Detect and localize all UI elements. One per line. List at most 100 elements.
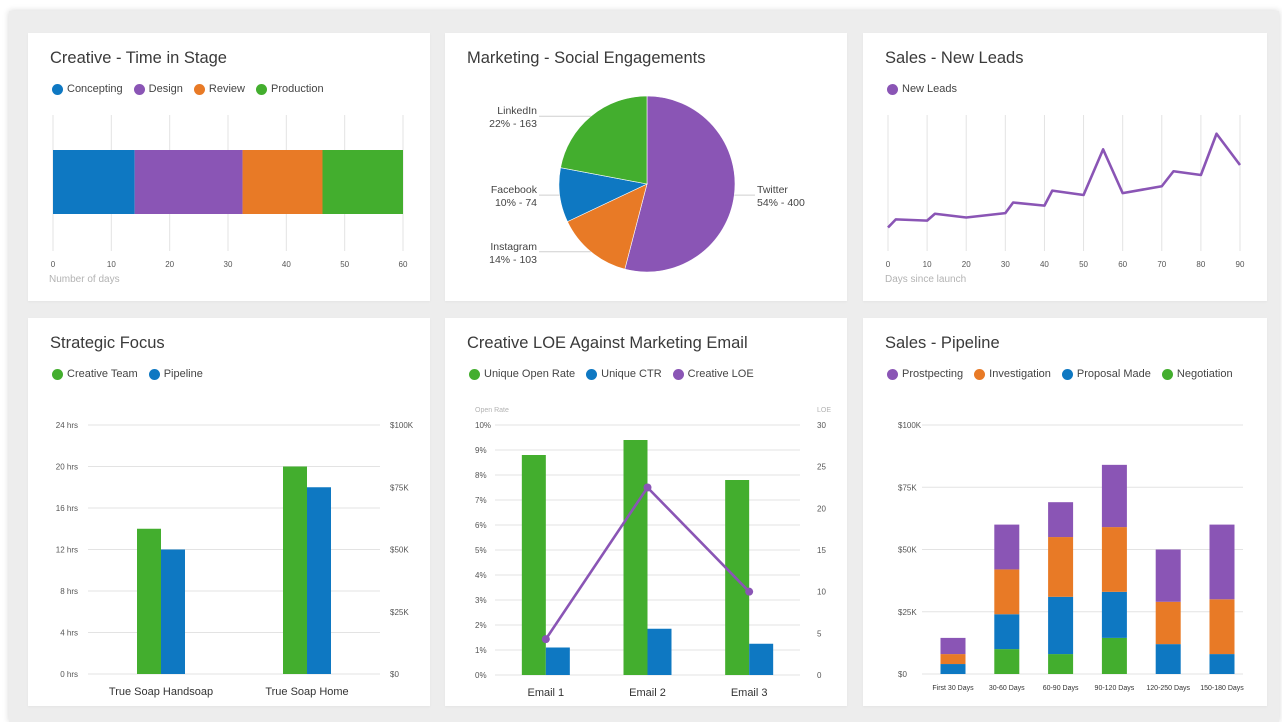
y-left-tick-label: 10% <box>475 421 491 430</box>
bar-unique-ctr <box>647 628 672 675</box>
bar-unique-open-rate <box>725 480 750 675</box>
bar-creative-team <box>137 528 161 674</box>
y-right-tick-label: 0 <box>817 671 822 680</box>
pie-label-value: 14% - 103 <box>489 254 537 266</box>
x-tick-label: 80 <box>1196 260 1205 269</box>
line-point <box>643 483 652 492</box>
stacked-column-chart: $0 $25K $50K $75K $100K First 30 Days 30-60 Da… <box>898 421 1244 692</box>
x-tick-label: 30 <box>1001 260 1010 269</box>
bar-segment-negotiation <box>1048 654 1074 674</box>
x-category-label: Email 2 <box>629 687 666 699</box>
x-tick-label: 60 <box>1118 260 1127 269</box>
x-category-label: True Soap Home <box>265 686 348 698</box>
pie-label-name: LinkedIn <box>497 105 537 117</box>
x-axis-title: Number of days <box>49 274 120 285</box>
y-left-tick-label: 20 hrs <box>56 463 78 472</box>
x-tick-label: 20 <box>962 260 971 269</box>
x-category-label: 90-120 Days <box>1095 685 1135 692</box>
y-left-tick-label: 3% <box>475 596 487 605</box>
bar-creative-team <box>283 466 307 674</box>
y-left-tick-label: 2% <box>475 621 487 630</box>
y-right-tick-label: 10 <box>817 588 826 597</box>
card-creative-time-in-stage: Creative - Time in Stage Concepting Desig… <box>28 33 430 301</box>
y-left-tick-label: 7% <box>475 496 487 505</box>
y-left-tick-label: 0% <box>475 671 487 680</box>
y-right-tick-label: 5 <box>817 629 822 638</box>
y-left-axis-title: Open Rate <box>475 407 509 414</box>
bar-unique-ctr <box>545 647 570 675</box>
bar-segment-proposal-made <box>1209 654 1235 674</box>
x-category-label: True Soap Handsoap <box>109 686 213 698</box>
grouped-bar-chart: 0 hrs 4 hrs 8 hrs 12 hrs 16 hrs 20 hrs 24 hrs $… <box>56 421 414 698</box>
x-category-label: 150-180 Days <box>1200 685 1244 692</box>
bar-segment-investigation <box>994 569 1020 615</box>
bar-unique-open-rate <box>623 440 648 675</box>
bar-segment-review <box>242 150 323 214</box>
y-left-tick-label: 16 hrs <box>56 504 78 513</box>
pie-label-value: 10% - 74 <box>495 197 537 209</box>
bar-segment-investigation <box>1155 601 1181 645</box>
bar-unique-ctr <box>749 643 774 675</box>
line-point <box>745 587 754 596</box>
bar-pipeline <box>307 487 331 674</box>
x-category-label: Email 1 <box>527 687 564 699</box>
bar-unique-open-rate <box>521 455 546 675</box>
pie-label-name: Instagram <box>490 241 537 253</box>
stacked-bar-chart: 0 10 20 30 40 50 60 Number of days <box>49 115 408 285</box>
bar-segment-proposal-made <box>1155 644 1181 674</box>
x-tick-label: 50 <box>1079 260 1088 269</box>
x-category-label: 30-60 Days <box>989 685 1025 692</box>
y-right-tick-label: $0 <box>390 670 399 679</box>
x-tick-label: 20 <box>165 260 174 269</box>
y-right-tick-label: $75K <box>390 483 409 492</box>
bar-segment-prostpecting <box>1155 549 1181 602</box>
x-tick-label: 90 <box>1236 260 1245 269</box>
y-tick-label: $25K <box>898 608 917 617</box>
card-social-engagements: Marketing - Social Engagements Twitter 54… <box>445 33 847 301</box>
bar-segment-proposal-made <box>1048 596 1074 655</box>
y-right-tick-label: 20 <box>817 504 826 513</box>
pie-label-name: Facebook <box>491 184 538 196</box>
card-sales-pipeline: Sales - Pipeline Prostpecting Investigati… <box>863 318 1267 706</box>
bar-segment-proposal-made <box>1101 591 1127 638</box>
y-right-tick-label: 30 <box>817 421 826 430</box>
pie-chart: Twitter54% - 400 Instagram14% - 103 Facebo… <box>489 95 805 273</box>
bar-segment-negotiation <box>1101 637 1127 674</box>
x-category-label: First 30 Days <box>932 685 974 692</box>
x-tick-label: 40 <box>1040 260 1049 269</box>
x-tick-label: 40 <box>282 260 291 269</box>
x-tick-label: 0 <box>886 260 891 269</box>
x-tick-label: 70 <box>1157 260 1166 269</box>
y-left-tick-label: 9% <box>475 446 487 455</box>
bar-segment-proposal-made <box>994 614 1020 650</box>
bar-segment-design <box>134 150 243 214</box>
y-right-tick-label: $100K <box>390 421 414 430</box>
y-left-tick-label: 8 hrs <box>60 587 78 596</box>
line-chart: 0 10 20 30 40 50 60 70 80 90 Days since launch <box>885 115 1245 285</box>
bar-segment-prostpecting <box>1209 524 1235 600</box>
bar-segment-proposal-made <box>940 664 966 674</box>
y-tick-label: $75K <box>898 483 917 492</box>
bar-segment-prostpecting <box>994 524 1020 570</box>
y-left-tick-label: 12 hrs <box>56 546 78 555</box>
combo-chart: Open Rate LOE 0% 1% 2% 3% 4% 5% 6% 7% 8% 9% 10% 0 5 10 1… <box>475 407 831 699</box>
x-tick-label: 30 <box>224 260 233 269</box>
pie-label-value: 54% - 400 <box>757 197 805 209</box>
x-tick-label: 50 <box>340 260 349 269</box>
y-right-axis-title: LOE <box>817 407 831 414</box>
y-tick-label: $0 <box>898 670 907 679</box>
bar-segment-negotiation <box>994 649 1020 674</box>
y-right-tick-label: $25K <box>390 608 409 617</box>
y-right-tick-label: 15 <box>817 546 826 555</box>
y-left-tick-label: 4% <box>475 571 487 580</box>
bar-segment-concepting <box>53 150 135 214</box>
bar-segment-prostpecting <box>940 637 966 655</box>
y-left-tick-label: 24 hrs <box>56 421 78 430</box>
bar-segment-prostpecting <box>1101 464 1127 528</box>
x-tick-label: 10 <box>923 260 932 269</box>
y-left-tick-label: 0 hrs <box>60 670 78 679</box>
y-left-tick-label: 1% <box>475 646 487 655</box>
bar-segment-production <box>322 150 403 214</box>
bar-segment-prostpecting <box>1048 502 1074 538</box>
line-point <box>541 635 550 644</box>
